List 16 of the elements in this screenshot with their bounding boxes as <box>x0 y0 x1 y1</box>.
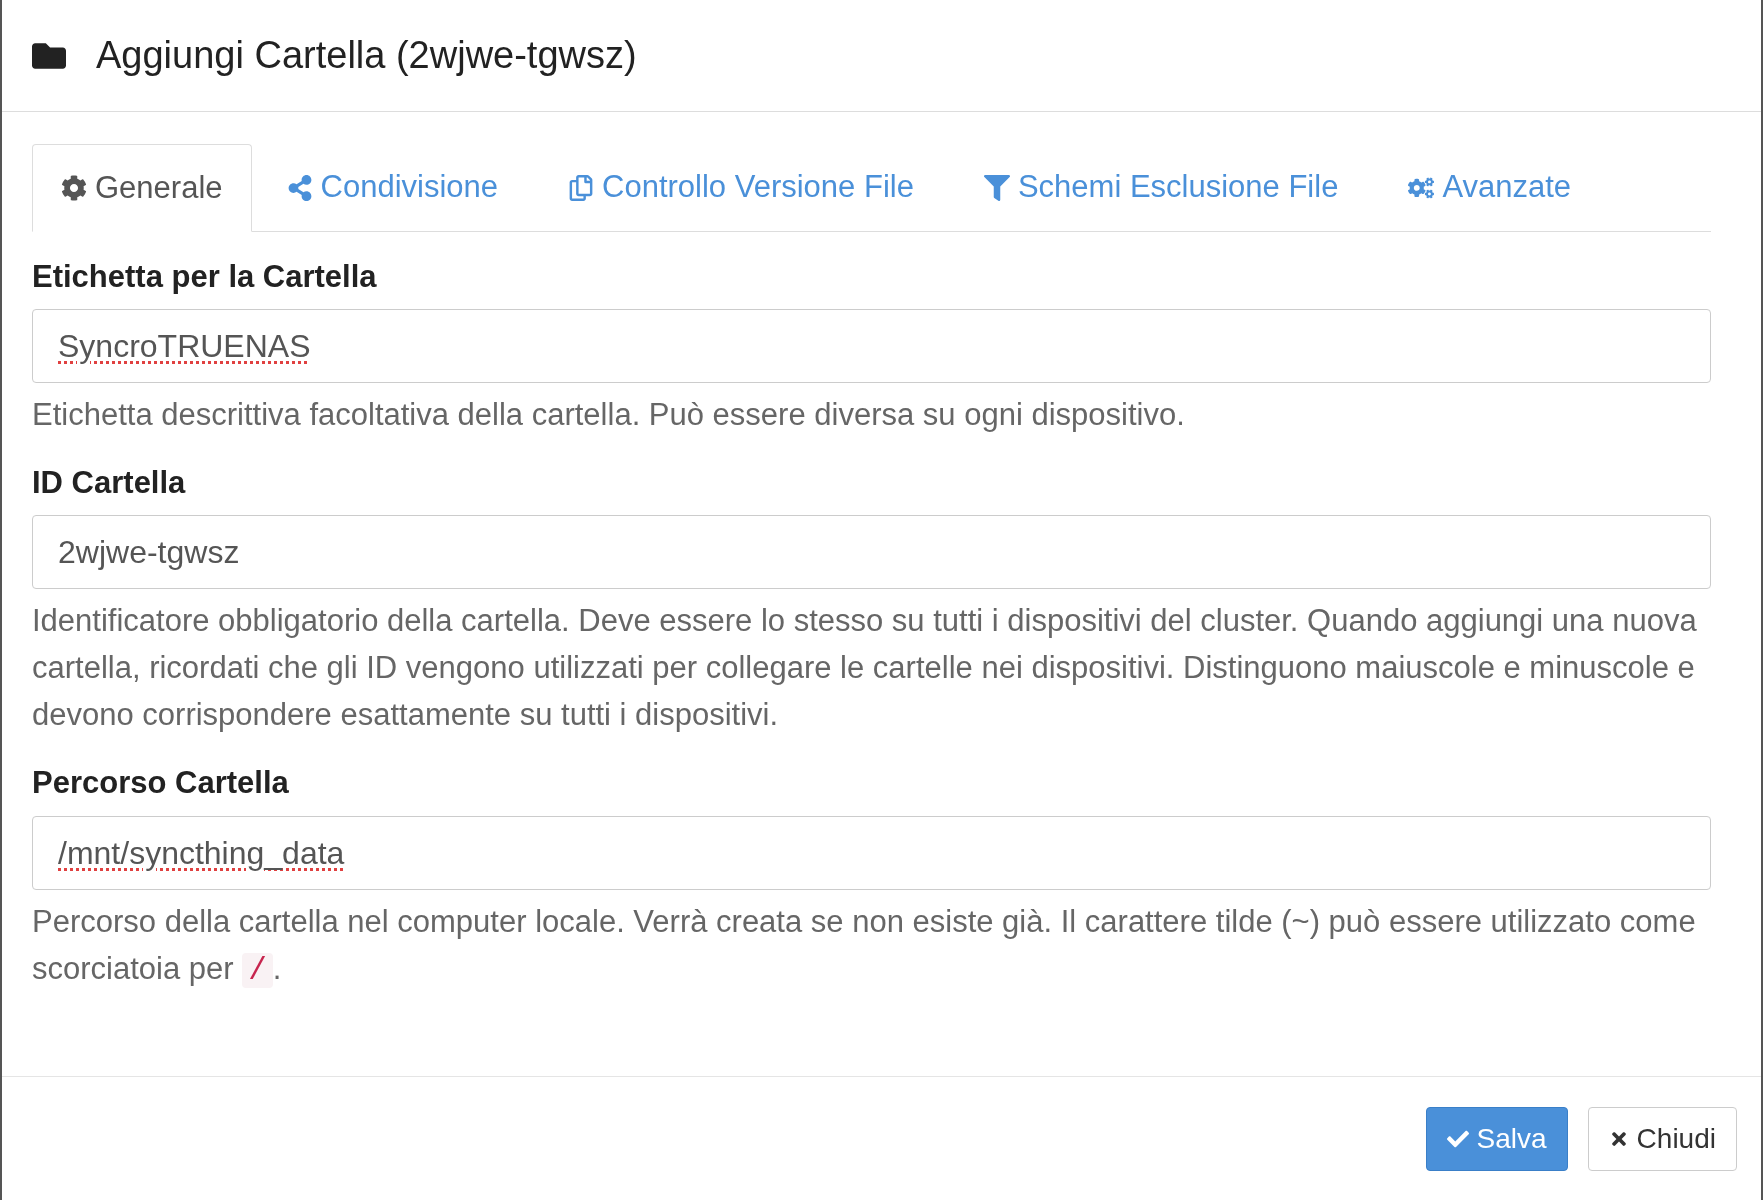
help-text: Etichetta descrittiva facoltativa della cartella. Può essere diversa su ogni dispositivo. <box>32 396 1186 435</box>
help-text: Identificatore obbligatorio della cartella. Deve essere lo stesso su tutti i dispositivi del cluster. Quando aggiungi una nuova cartella, ricordati che gli ID vengono utilizzati per collegare le cartelle nei dispositivi. Distinguono maiuscole e minuscole e devono corrispondere esattamente su tutti i dispositivi. <box>32 602 1698 735</box>
tab[interactable]: Generale <box>32 144 252 232</box>
help-text: Percorso della cartella nel computer locale. Verrà creata se non esiste già. Il carattere tilde (~) può essere utilizzato come scorciatoia per / . <box>32 902 1697 990</box>
field-label: ID Cartella <box>32 464 187 502</box>
filter-icon <box>983 174 1010 201</box>
share-icon <box>286 174 313 201</box>
text-field[interactable]: 2wjwe-tgwsz <box>32 515 1711 590</box>
gear-icon <box>61 175 87 201</box>
dialog-title: Aggiungi Cartella (2wjwe-tgwsz) <box>96 33 637 78</box>
field-label: Etichetta per la Cartella <box>32 258 378 296</box>
field-label: Percorso Cartella <box>32 764 290 802</box>
text-field[interactable]: /mnt/syncthing_data <box>32 815 1711 890</box>
close-button[interactable]: Chiudi <box>1587 1106 1737 1171</box>
text-field[interactable]: SyncroTRUENAS <box>32 309 1711 384</box>
copy-icon <box>568 174 595 201</box>
